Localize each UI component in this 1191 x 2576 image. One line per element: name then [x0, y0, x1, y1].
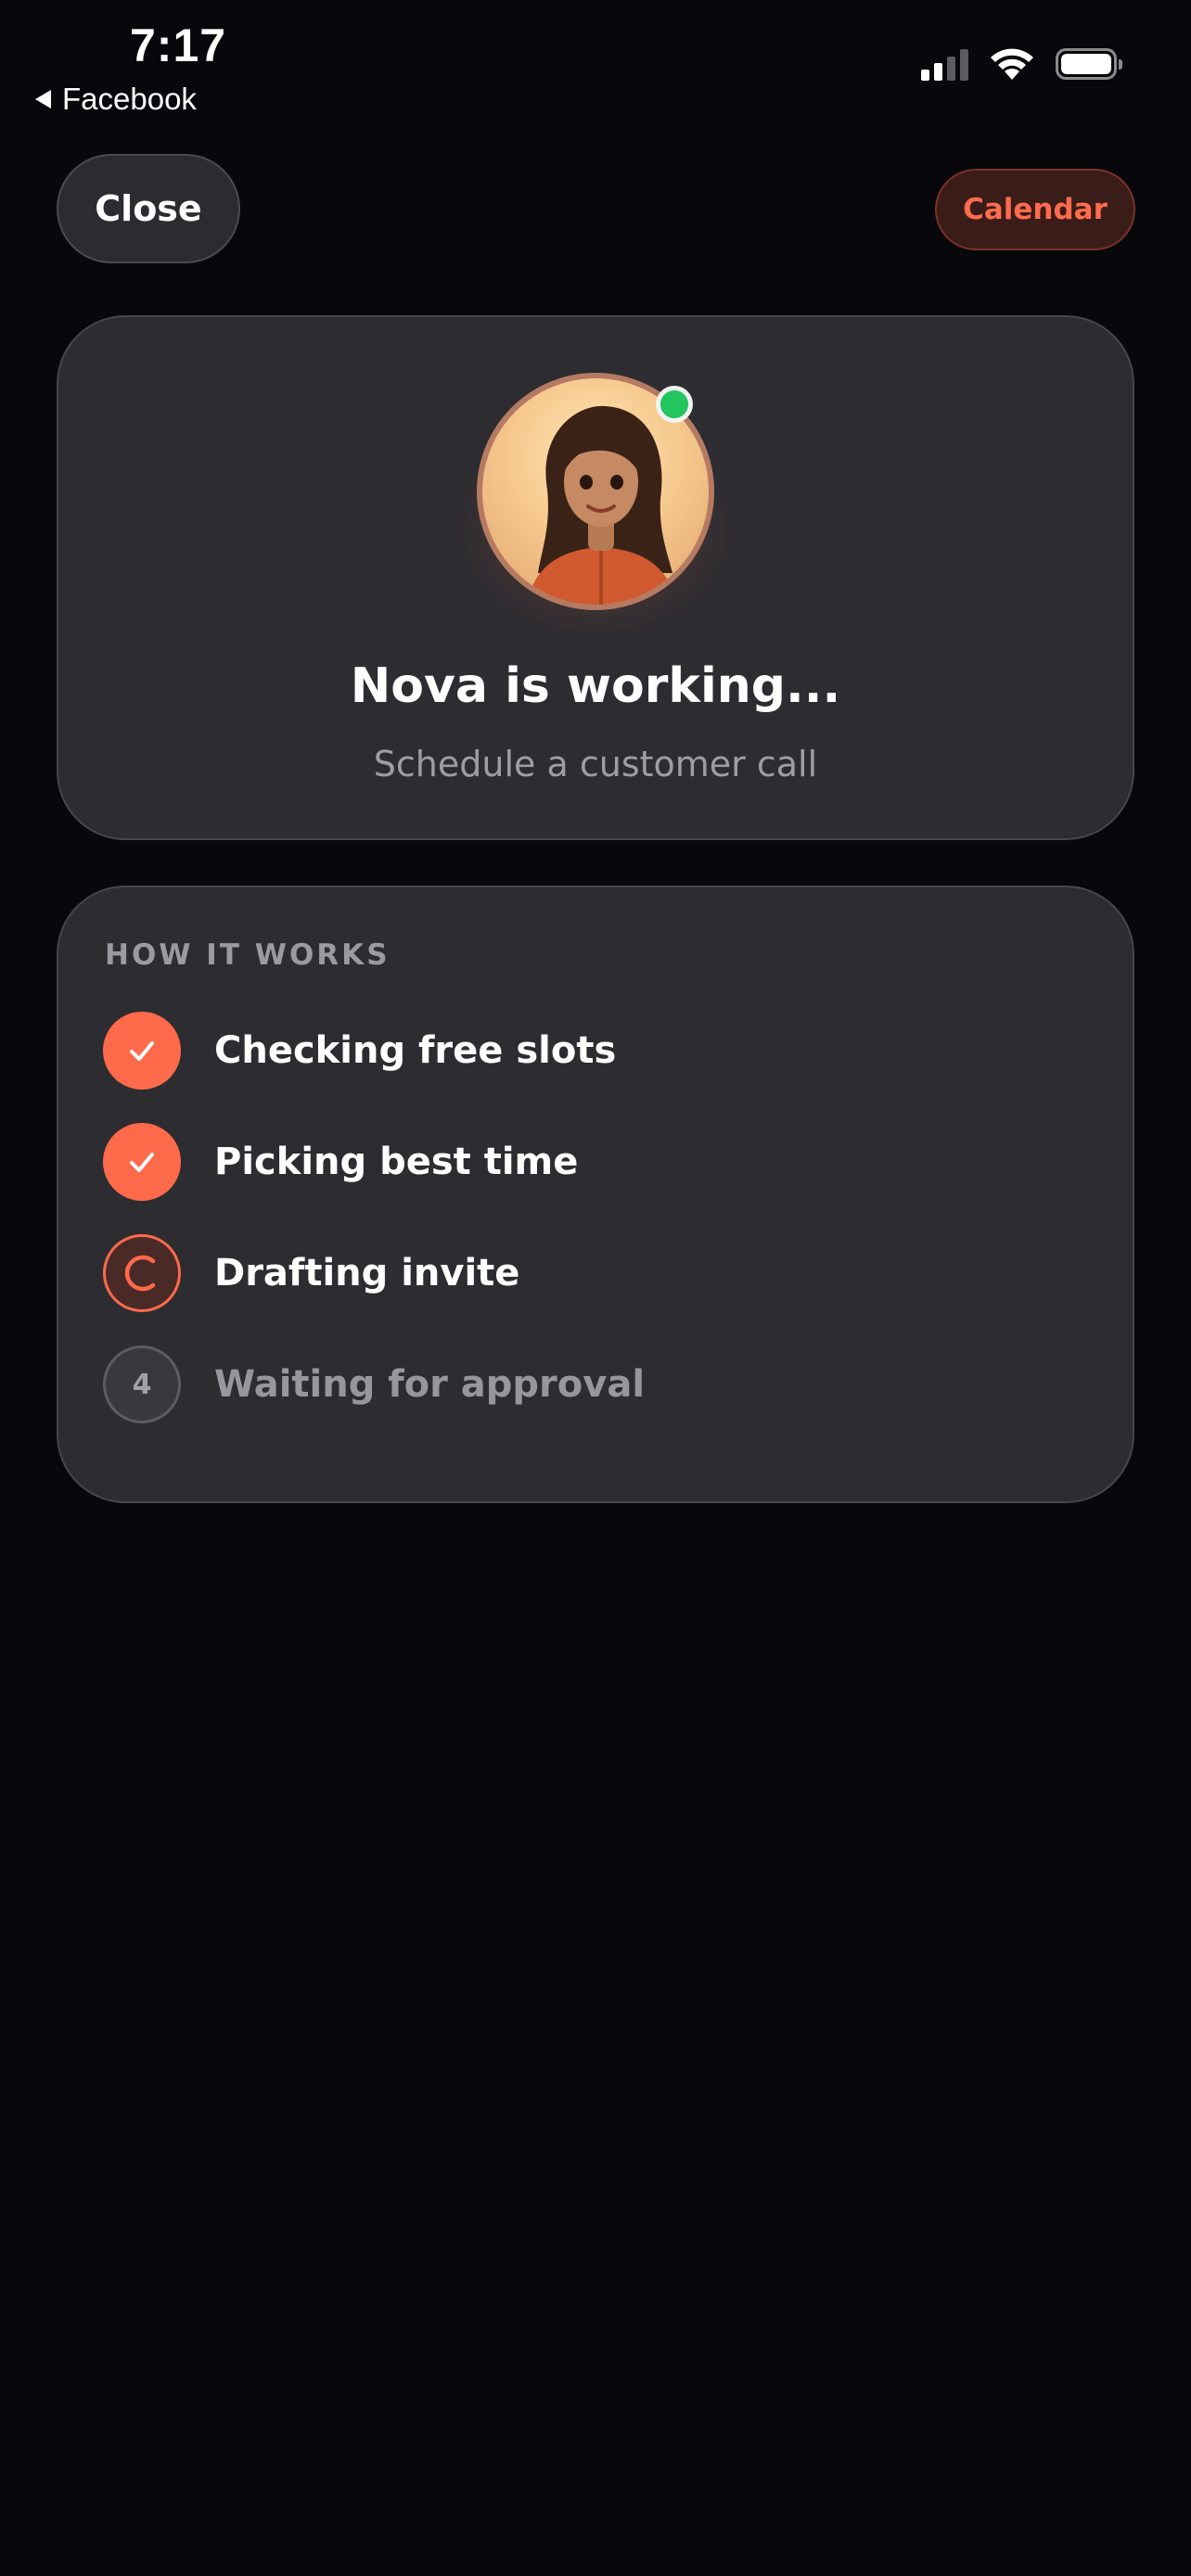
- online-status-dot: [656, 386, 693, 423]
- agent-status-card: Nova is working... Schedule a customer c…: [57, 315, 1134, 840]
- check-icon: [103, 1012, 181, 1090]
- loading-spinner-icon: [103, 1234, 181, 1312]
- step-number-badge: 4: [103, 1345, 181, 1423]
- step-label: Picking best time: [214, 1141, 579, 1183]
- check-icon: [103, 1123, 181, 1201]
- back-arrow-icon: [35, 90, 51, 108]
- agent-status-title: Nova is working...: [350, 658, 841, 714]
- step-label: Drafting invite: [214, 1252, 520, 1294]
- battery-icon: [1056, 48, 1122, 80]
- status-time: 7:17: [130, 19, 227, 71]
- step-item: Drafting invite: [103, 1233, 519, 1313]
- avatar: [440, 373, 751, 651]
- agent-task-subtitle: Schedule a customer call: [373, 744, 818, 784]
- cellular-signal-icon: [921, 47, 968, 81]
- section-label: HOW IT WORKS: [105, 938, 391, 972]
- step-item: Checking free slots: [103, 1011, 616, 1090]
- how-it-works-card: HOW IT WORKS Checking free slots Picking…: [57, 886, 1134, 1503]
- wifi-icon: [991, 48, 1033, 80]
- screen: 7:17 Facebook Close Calendar Nova is wor…: [0, 0, 1191, 2576]
- status-icons: [921, 46, 1122, 82]
- step-item: 4 Waiting for approval: [103, 1345, 645, 1424]
- close-button[interactable]: Close: [57, 154, 240, 263]
- step-item: Picking best time: [103, 1122, 578, 1202]
- step-label: Waiting for approval: [214, 1363, 646, 1406]
- back-to-app-link[interactable]: Facebook: [35, 82, 197, 117]
- back-app-label: Facebook: [62, 82, 197, 116]
- calendar-button[interactable]: Calendar: [935, 169, 1135, 250]
- step-label: Checking free slots: [214, 1029, 617, 1072]
